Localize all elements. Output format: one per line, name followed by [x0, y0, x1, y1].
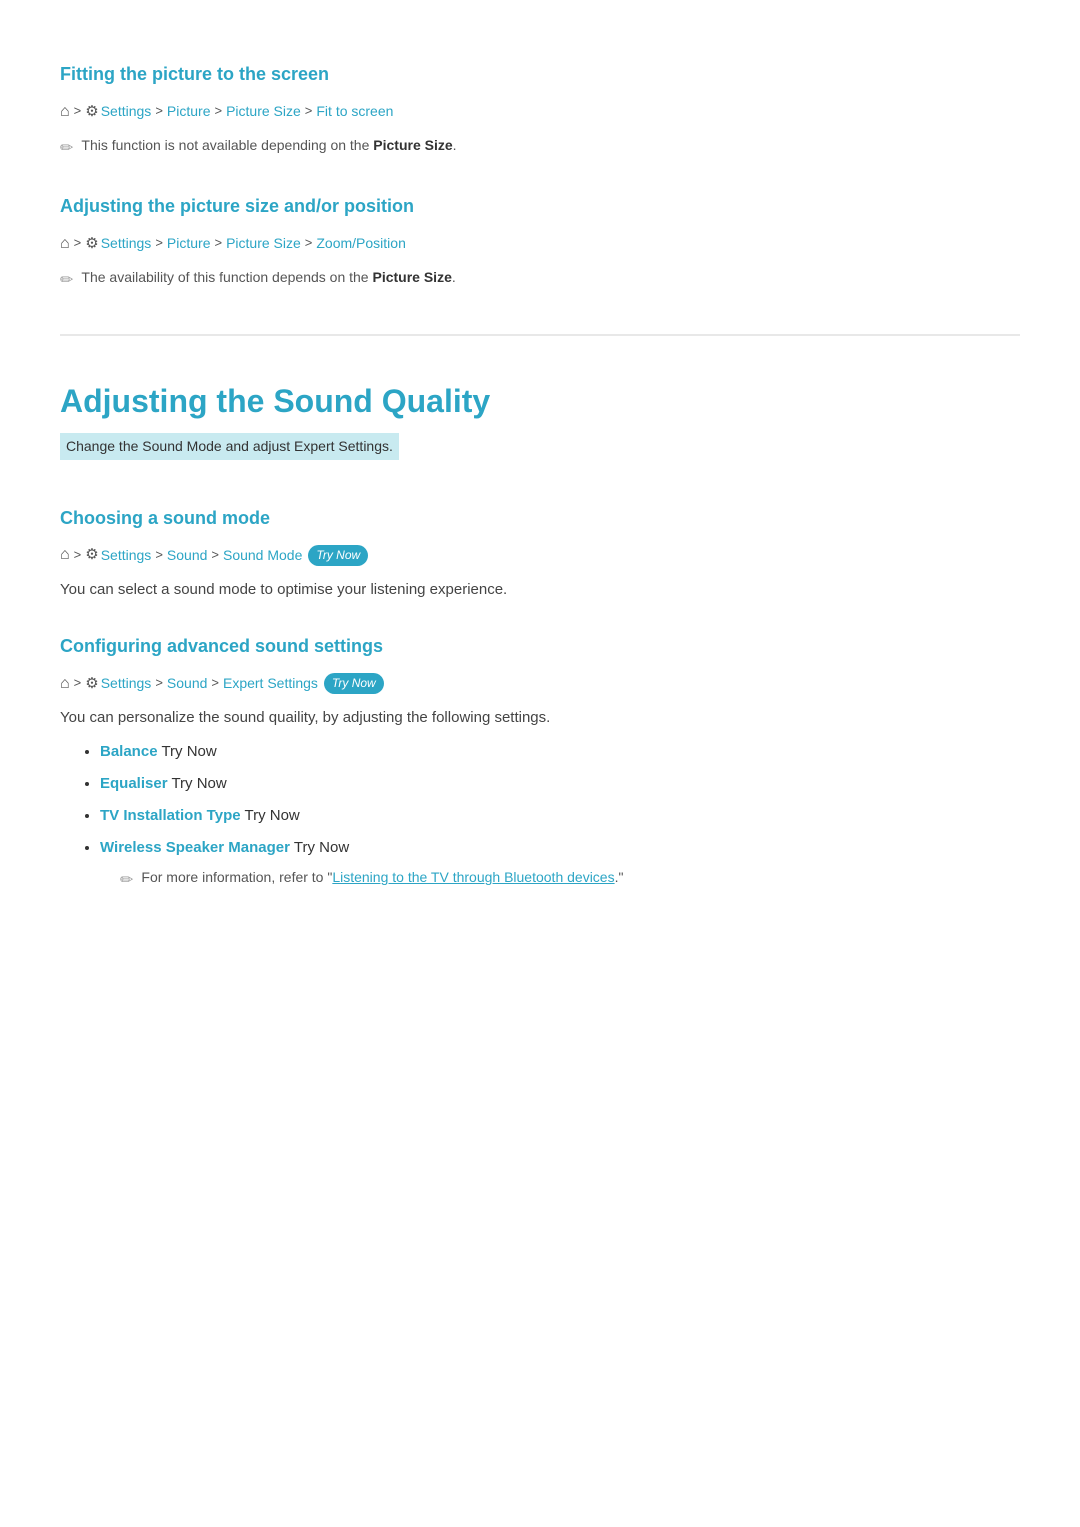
wireless-speaker-note: For more information, refer to "Listenin…	[141, 866, 623, 888]
settings-link-3[interactable]: Settings	[101, 544, 152, 566]
fit-to-screen-title: Fitting the picture to the screen	[60, 60, 1020, 89]
choosing-sound-title: Choosing a sound mode	[60, 504, 1020, 533]
sound-link[interactable]: Sound	[167, 544, 207, 566]
home-icon-2: ⌂	[60, 231, 70, 257]
fit-to-screen-link[interactable]: Fit to screen	[316, 100, 393, 122]
home-icon: ⌂	[60, 99, 70, 125]
divider-1	[60, 334, 1020, 336]
gear-icon: ⚙	[85, 100, 98, 124]
pencil-icon: ✏	[60, 136, 73, 162]
list-item-tv-installation: TV Installation Type Try Now	[100, 804, 1020, 828]
fit-note-row: ✏ This function is not available dependi…	[60, 134, 1020, 162]
expert-settings-breadcrumb: ⌂ > ⚙ Settings > Sound > Expert Settings…	[60, 671, 1020, 697]
fit-note-text: This function is not available depending…	[81, 134, 456, 156]
fit-to-screen-section: Fitting the picture to the screen ⌂ > ⚙ …	[60, 60, 1020, 162]
sep3d: >	[211, 673, 219, 694]
advanced-sound-list: Balance Try Now Equaliser Try Now TV Ins…	[60, 740, 1020, 894]
pencil-icon-2: ✏	[60, 268, 73, 294]
zoom-position-breadcrumb: ⌂ > ⚙ Settings > Picture > Picture Size …	[60, 231, 1020, 257]
expert-settings-link[interactable]: Expert Settings	[223, 672, 318, 694]
settings-link-4[interactable]: Settings	[101, 672, 152, 694]
zoom-position-title: Adjusting the picture size and/or positi…	[60, 192, 1020, 221]
sep2d: >	[155, 673, 163, 694]
pencil-icon-3: ✏	[120, 868, 133, 894]
wireless-speaker-link[interactable]: Wireless Speaker Manager	[100, 839, 290, 856]
sep3b: >	[214, 233, 222, 254]
wireless-speaker-try-now-badge[interactable]: Try Now	[294, 839, 349, 856]
picture-size-bold-link-2[interactable]: Picture Size	[372, 269, 451, 285]
list-item-equaliser: Equaliser Try Now	[100, 772, 1020, 796]
picture-size-link[interactable]: Picture Size	[226, 100, 301, 122]
list-item-wireless-speaker: Wireless Speaker Manager Try Now ✏ For m…	[100, 836, 1020, 894]
sound-mode-breadcrumb: ⌂ > ⚙ Settings > Sound > Sound Mode Try …	[60, 542, 1020, 568]
choosing-sound-body: You can select a sound mode to optimise …	[60, 578, 1020, 602]
sound-quality-title: Adjusting the Sound Quality	[60, 376, 1020, 427]
gear-icon-2: ⚙	[85, 232, 98, 256]
gear-icon-4: ⚙	[85, 672, 98, 696]
zoom-note-text: The availability of this function depend…	[81, 266, 455, 288]
advanced-sound-title: Configuring advanced sound settings	[60, 632, 1020, 661]
choosing-sound-mode-section: Choosing a sound mode ⌂ > ⚙ Settings > S…	[60, 504, 1020, 602]
balance-link[interactable]: Balance	[100, 743, 158, 760]
picture-link-2[interactable]: Picture	[167, 232, 211, 254]
settings-link[interactable]: Settings	[101, 100, 152, 122]
fit-to-screen-breadcrumb: ⌂ > ⚙ Settings > Picture > Picture Size …	[60, 99, 1020, 125]
home-icon-4: ⌂	[60, 671, 70, 697]
sep4b: >	[305, 233, 313, 254]
wireless-speaker-note-row: ✏ For more information, refer to "Listen…	[120, 866, 1020, 894]
picture-link[interactable]: Picture	[167, 100, 211, 122]
sep2: >	[155, 101, 163, 122]
sep1b: >	[74, 233, 82, 254]
gear-icon-3: ⚙	[85, 543, 98, 567]
expert-settings-try-now-badge[interactable]: Try Now	[324, 673, 384, 694]
sound-mode-link[interactable]: Sound Mode	[223, 544, 302, 566]
sep2b: >	[155, 233, 163, 254]
equaliser-try-now-badge[interactable]: Try Now	[171, 775, 226, 792]
advanced-sound-section: Configuring advanced sound settings ⌂ > …	[60, 632, 1020, 894]
bluetooth-link[interactable]: Listening to the TV through Bluetooth de…	[332, 869, 614, 885]
sep1d: >	[74, 673, 82, 694]
zoom-position-link[interactable]: Zoom/Position	[316, 232, 405, 254]
picture-size-link-2[interactable]: Picture Size	[226, 232, 301, 254]
advanced-sound-body: You can personalize the sound quaility, …	[60, 706, 1020, 730]
settings-link-2[interactable]: Settings	[101, 232, 152, 254]
sound-mode-try-now-badge[interactable]: Try Now	[308, 545, 368, 566]
balance-try-now-badge[interactable]: Try Now	[161, 743, 216, 760]
sep3: >	[214, 101, 222, 122]
equaliser-link[interactable]: Equaliser	[100, 775, 168, 792]
tv-installation-try-now-badge[interactable]: Try Now	[244, 807, 299, 824]
sound-link-2[interactable]: Sound	[167, 672, 207, 694]
list-item-balance: Balance Try Now	[100, 740, 1020, 764]
sep1c: >	[74, 545, 82, 566]
zoom-position-section: Adjusting the picture size and/or positi…	[60, 192, 1020, 294]
tv-installation-link[interactable]: TV Installation Type	[100, 807, 241, 824]
zoom-note-row: ✏ The availability of this function depe…	[60, 266, 1020, 294]
sep4: >	[305, 101, 313, 122]
sep1: >	[74, 101, 82, 122]
sep3c: >	[211, 545, 219, 566]
sound-quality-section: Adjusting the Sound Quality Change the S…	[60, 376, 1020, 474]
sound-quality-subtitle: Change the Sound Mode and adjust Expert …	[60, 433, 399, 459]
picture-size-bold-link[interactable]: Picture Size	[373, 137, 452, 153]
home-icon-3: ⌂	[60, 542, 70, 568]
sep2c: >	[155, 545, 163, 566]
